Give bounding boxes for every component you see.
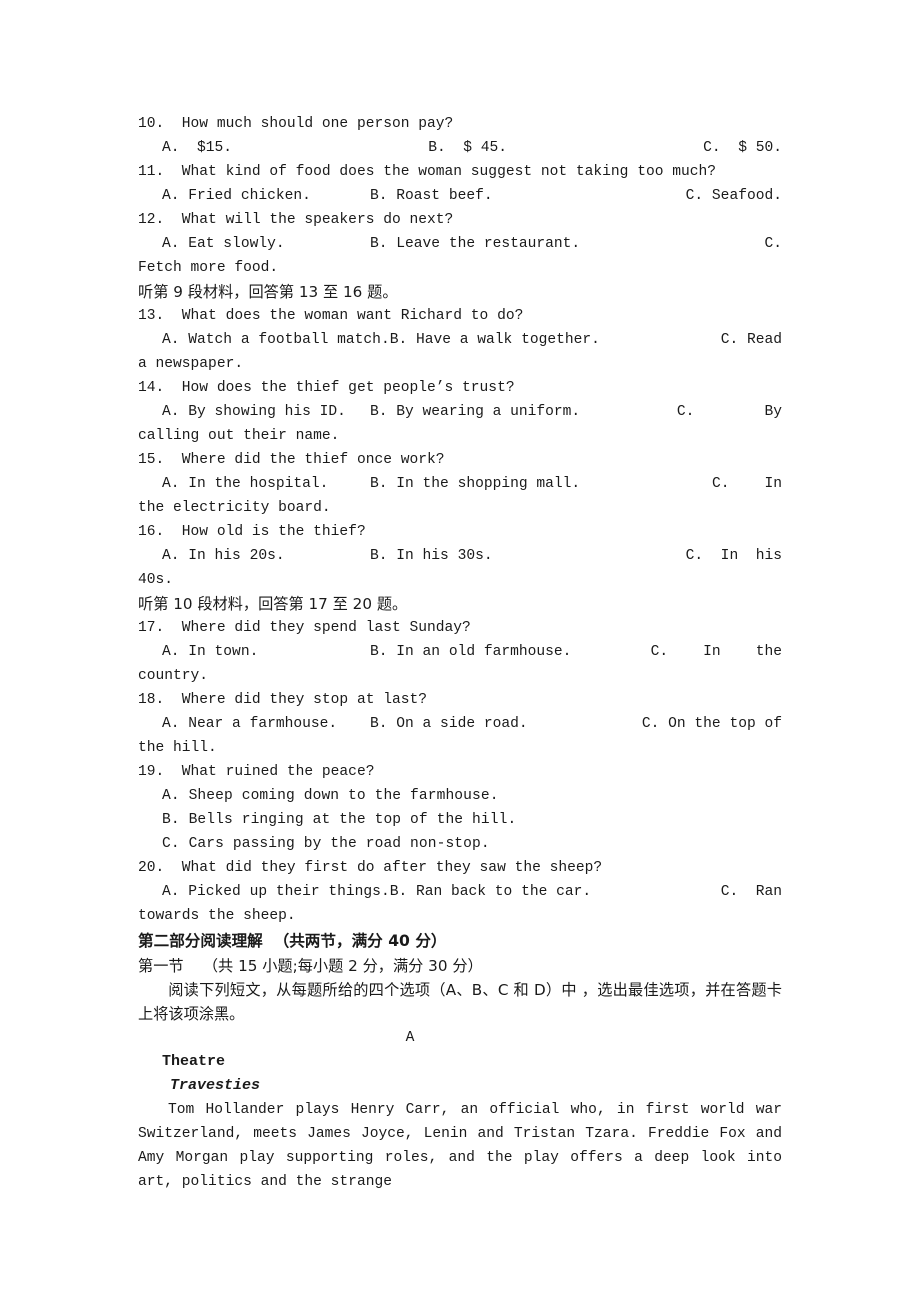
option-c-14[interactable]: C. By [677,400,782,424]
option-a-14[interactable]: A. By showing his ID. [138,400,370,424]
option-b-10[interactable]: B. $ 45. [428,136,507,160]
question-stem-19: 19. What ruined the peace? [138,764,375,780]
option-a-13[interactable]: A. Watch a football match. [138,328,390,352]
option-c-16[interactable]: C. In his [686,544,782,568]
option-c-17[interactable]: C. In the [651,640,782,664]
option-c-20[interactable]: C. Ran [721,880,782,904]
option-c-18[interactable]: C. On the top of [642,712,782,736]
option-b-19[interactable]: B. Bells ringing at the top of the hill. [138,808,782,832]
question-stem-13: 13. What does the woman want Richard to … [138,308,524,324]
option-row-16: A. In his 20s. B. In his 30s. C. In his [138,544,782,568]
option-b-14[interactable]: B. By wearing a uniform. [370,400,580,424]
option-row-11: A. Fried chicken. B. Roast beef. C. Seaf… [138,184,782,208]
part-two-heading: 第二部分阅读理解 （共两节，满分 40 分） [138,932,447,950]
question-stem-20: 20. What did they first do after they sa… [138,860,603,876]
option-b-12[interactable]: B. Leave the restaurant. [370,232,580,256]
option-continuation-13: a newspaper. [138,356,244,372]
option-continuation-15: the electricity board. [138,500,331,516]
reading-instruction-text: 阅读下列短文，从每题所给的四个选项（A、B、C 和 D）中 ，选出最佳选项，并在… [138,981,782,1023]
option-row-10: A. $15. B. $ 45. C. $ 50. [138,136,782,160]
option-row-17: A. In town. B. In an old farmhouse. C. I… [138,640,782,664]
option-continuation-18: the hill. [138,740,217,756]
option-c-11[interactable]: C. Seafood. [686,184,782,208]
passage-label-a: A [405,1030,415,1046]
option-b-17[interactable]: B. In an old farmhouse. [370,640,571,664]
option-row-14: A. By showing his ID. B. By wearing a un… [138,400,782,424]
exam-page: 10. How much should one person pay? A. $… [138,112,782,1194]
option-a-10[interactable]: A. $15. [138,136,232,160]
option-b-15[interactable]: B. In the shopping mall. [370,472,580,496]
option-c-12[interactable]: C. [764,232,782,256]
option-row-18: A. Near a farmhouse. B. On a side road. … [138,712,782,736]
option-continuation-17: country. [138,668,209,684]
option-a-16[interactable]: A. In his 20s. [138,544,370,568]
option-b-20[interactable]: B. Ran back to the car. [390,880,591,904]
question-stem-15: 15. Where did the thief once work? [138,452,445,468]
reading-instruction: 阅读下列短文，从每题所给的四个选项（A、B、C 和 D）中 ，选出最佳选项，并在… [138,978,782,1026]
passage-body-text: Tom Hollander plays Henry Carr, an offic… [138,1102,782,1190]
option-a-19[interactable]: A. Sheep coming down to the farmhouse. [138,784,782,808]
option-row-15: A. In the hospital. B. In the shopping m… [138,472,782,496]
question-stem-18: 18. Where did they stop at last? [138,692,428,708]
option-row-20: A. Picked up their things. B. Ran back t… [138,880,782,904]
passage-body: Tom Hollander plays Henry Carr, an offic… [138,1098,782,1194]
option-a-17[interactable]: A. In town. [138,640,370,664]
option-c-19[interactable]: C. Cars passing by the road non-stop. [138,832,782,856]
option-c-13[interactable]: C. Read [721,328,782,352]
option-continuation-12: Fetch more food. [138,260,279,276]
option-a-12[interactable]: A. Eat slowly. [138,232,370,256]
option-continuation-20: towards the sheep. [138,908,296,924]
option-b-11[interactable]: B. Roast beef. [370,184,493,208]
question-stem-17: 17. Where did they spend last Sunday? [138,620,471,636]
option-b-13[interactable]: B. Have a walk together. [390,328,600,352]
question-stem-10: 10. How much should one person pay? [138,116,454,132]
option-a-15[interactable]: A. In the hospital. [138,472,370,496]
question-stem-16: 16. How old is the thief? [138,524,366,540]
passage-title: Theatre [162,1053,226,1070]
option-row-12: A. Eat slowly. B. Leave the restaurant. … [138,232,782,256]
question-stem-14: 14. How does the thief get people’s trus… [138,380,515,396]
option-continuation-14: calling out their name. [138,428,340,444]
passage-subtitle: Travesties [170,1077,261,1094]
section-one-heading: 第一节 （共 15 小题;每小题 2 分，满分 30 分） [138,957,483,975]
option-a-11[interactable]: A. Fried chicken. [138,184,370,208]
question-stem-11: 11. What kind of food does the woman sug… [138,164,717,180]
option-c-10[interactable]: C. $ 50. [703,136,782,160]
option-a-20[interactable]: A. Picked up their things. [138,880,390,904]
option-continuation-16: 40s. [138,572,174,588]
listening-prompt-9: 听第 9 段材料，回答第 13 至 16 题。 [138,283,398,301]
option-row-13: A. Watch a football match. B. Have a wal… [138,328,782,352]
option-c-15[interactable]: C. In [712,472,782,496]
listening-prompt-10: 听第 10 段材料，回答第 17 至 20 题。 [138,595,408,613]
option-b-16[interactable]: B. In his 30s. [370,544,493,568]
option-b-18[interactable]: B. On a side road. [370,712,528,736]
option-a-18[interactable]: A. Near a farmhouse. [138,712,370,736]
question-stem-12: 12. What will the speakers do next? [138,212,454,228]
